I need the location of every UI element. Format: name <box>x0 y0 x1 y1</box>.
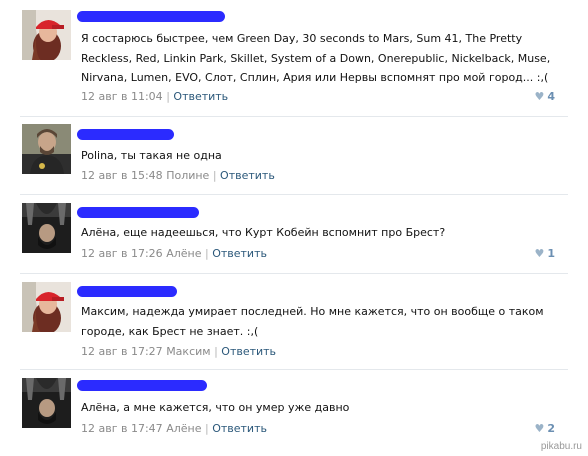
like-count: 4 <box>547 90 555 103</box>
comment-meta: 12 авг в 17:47 Алёне | Ответить <box>81 422 267 435</box>
reply-link[interactable]: Ответить <box>212 422 267 435</box>
avatar[interactable] <box>22 378 71 428</box>
author-name-redacted <box>77 11 225 22</box>
comment-text: Алёна, а мне кажется, что он умер уже да… <box>81 401 350 414</box>
separator: | <box>212 169 217 182</box>
comment-item: Максим, надежда умирает последней. Но мн… <box>0 274 588 370</box>
separator: | <box>214 345 218 358</box>
reply-link[interactable]: Ответить <box>220 169 275 182</box>
separator: | <box>204 422 209 435</box>
comment-text: Я состарюсь быстрее, чем Green Day, 30 s… <box>81 32 551 84</box>
reply-to-name[interactable]: Алёне <box>166 247 201 260</box>
heart-icon: ♥ <box>534 422 545 435</box>
author-name-redacted <box>77 207 199 218</box>
watermark: pikabu.ru <box>540 441 582 452</box>
comment-date[interactable]: 12 авг в 15:48 <box>81 169 163 182</box>
like-count: 2 <box>547 422 555 435</box>
comment-meta: 12 авг в 15:48 Полине | Ответить <box>81 169 275 182</box>
reply-to-name[interactable]: Максим <box>166 345 210 358</box>
comment-date[interactable]: 12 авг в 11:04 <box>81 90 163 103</box>
divider <box>20 116 568 117</box>
like-button[interactable]: ♥ 1 <box>534 247 555 260</box>
like-count: 1 <box>547 247 555 260</box>
separator: | <box>204 247 209 260</box>
comment-date[interactable]: 12 авг в 17:27 <box>81 345 163 358</box>
separator: | <box>166 90 170 103</box>
reply-to-name[interactable]: Полине <box>166 169 209 182</box>
comment-text: Алёна, еще надеешься, что Курт Кобейн вс… <box>81 226 446 239</box>
comment-item: Алёна, а мне кажется, что он умер уже да… <box>0 370 588 456</box>
comment-date[interactable]: 12 авг в 17:47 <box>81 422 163 435</box>
comment-meta: 12 авг в 17:27 Максим | Ответить <box>81 345 276 358</box>
comment-meta: 12 авг в 17:26 Алёне | Ответить <box>81 247 267 260</box>
author-name-redacted <box>77 286 177 297</box>
author-name-redacted <box>77 380 207 391</box>
like-button[interactable]: ♥ 4 <box>534 90 555 103</box>
avatar[interactable] <box>22 282 71 332</box>
reply-link[interactable]: Ответить <box>173 90 228 103</box>
comment-item: Polina, ты такая не одна 12 авг в 15:48 … <box>0 118 588 194</box>
heart-icon: ♥ <box>534 90 545 103</box>
author-name-redacted <box>77 129 174 140</box>
avatar[interactable] <box>22 10 71 60</box>
comment-item: Я состарюсь быстрее, чем Green Day, 30 s… <box>0 0 588 118</box>
comment-item: Алёна, еще надеешься, что Курт Кобейн вс… <box>0 195 588 273</box>
comment-meta: 12 авг в 11:04 | Ответить <box>81 90 228 103</box>
avatar[interactable] <box>22 124 71 174</box>
comment-text: Максим, надежда умирает последней. Но мн… <box>81 305 544 338</box>
like-button[interactable]: ♥ 2 <box>534 422 555 435</box>
comment-text: Polina, ты такая не одна <box>81 149 222 162</box>
heart-icon: ♥ <box>534 247 545 260</box>
reply-to-name[interactable]: Алёне <box>166 422 201 435</box>
avatar[interactable] <box>22 203 71 253</box>
comment-date[interactable]: 12 авг в 17:26 <box>81 247 163 260</box>
reply-link[interactable]: Ответить <box>212 247 267 260</box>
reply-link[interactable]: Ответить <box>221 345 276 358</box>
